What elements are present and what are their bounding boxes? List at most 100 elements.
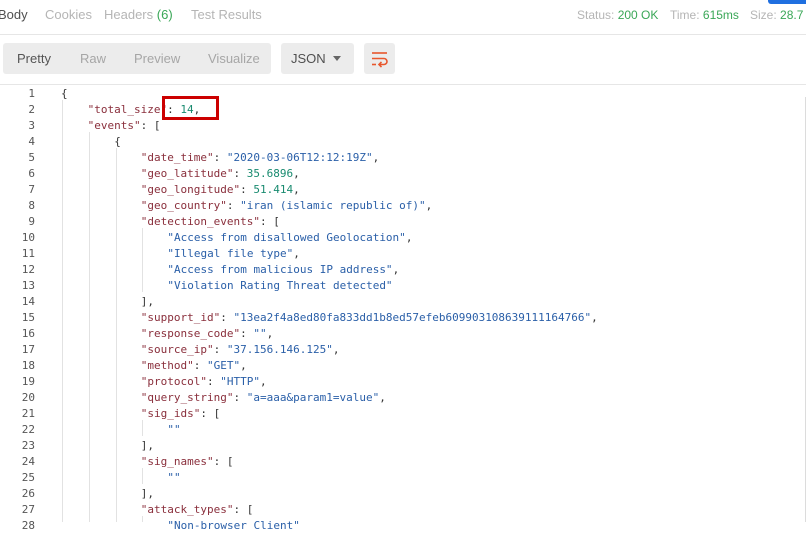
code-line: 28 "Non-browser Client" bbox=[0, 518, 806, 534]
code-text: "Access from disallowed Geolocation", bbox=[167, 230, 412, 246]
code-line: 8 "geo_country": "iran (islamic republic … bbox=[0, 198, 806, 214]
code-line: 13 "Violation Rating Threat detected" bbox=[0, 278, 806, 294]
wrap-lines-button[interactable] bbox=[364, 43, 395, 74]
code-line: 4{ bbox=[0, 134, 806, 150]
json-punctuation: : bbox=[233, 391, 247, 404]
code-text: "geo_latitude": 35.6896, bbox=[141, 166, 300, 182]
json-punctuation: ], bbox=[140, 487, 155, 500]
json-punctuation: : [ bbox=[233, 503, 254, 516]
response-body-viewer[interactable]: 1{2 "total_size": 14, 3 "events": [4{5 "date… bbox=[0, 84, 806, 532]
json-string: "Access from malicious IP address" bbox=[167, 263, 393, 276]
code-text: "Illegal file type", bbox=[167, 246, 299, 262]
json-punctuation: : bbox=[226, 199, 241, 212]
json-key: "response_code" bbox=[140, 327, 241, 340]
json-punctuation: , bbox=[293, 183, 300, 196]
code-text: "response_code": "", bbox=[141, 326, 273, 342]
code-text: "query_string": "a=aaa&param1=value", bbox=[141, 390, 386, 406]
view-raw-button[interactable]: Raw bbox=[80, 43, 106, 74]
save-response-button[interactable] bbox=[768, 0, 806, 4]
json-punctuation: : bbox=[207, 375, 221, 388]
response-tabs: Body Cookies Headers (6) Test Results St… bbox=[0, 0, 806, 35]
tab-headers-label: Headers bbox=[104, 7, 154, 22]
code-line: 24 "sig_names": [ bbox=[0, 454, 806, 470]
json-punctuation: { bbox=[114, 135, 121, 148]
tab-headers[interactable]: Headers (6) bbox=[104, 0, 173, 32]
code-line: 10 "Access from disallowed Geolocation", bbox=[0, 230, 806, 246]
code-line: 1{ bbox=[0, 86, 806, 102]
code-text: "protocol": "HTTP", bbox=[141, 374, 267, 390]
code-text: "Access from malicious IP address", bbox=[167, 262, 399, 278]
json-punctuation: : bbox=[220, 311, 234, 324]
format-select-value: JSON bbox=[291, 51, 326, 66]
json-punctuation: : bbox=[193, 359, 208, 372]
json-string: "Illegal file type" bbox=[167, 247, 294, 260]
json-key: "attack_types" bbox=[140, 503, 234, 516]
json-punctuation: , bbox=[591, 311, 598, 324]
code-text: "events": [ bbox=[88, 118, 161, 134]
code-text: "date_time": "2020-03-06T12:12:19Z", bbox=[141, 150, 379, 166]
code-line: 21 "sig_ids": [ bbox=[0, 406, 806, 422]
json-punctuation: : [ bbox=[200, 407, 221, 420]
json-punctuation: , bbox=[240, 359, 247, 372]
size-label: Size: bbox=[750, 8, 777, 22]
json-string: "37.156.146.125" bbox=[226, 343, 333, 356]
view-pretty-button[interactable]: Pretty bbox=[17, 43, 51, 74]
json-string: "" bbox=[167, 423, 181, 436]
view-preview-button[interactable]: Preview bbox=[134, 43, 180, 74]
line-number: 27 bbox=[21, 503, 35, 516]
size-indicator: Size: 28.7 bbox=[750, 0, 803, 32]
json-key: "date_time" bbox=[140, 151, 214, 164]
json-punctuation: ], bbox=[140, 439, 155, 452]
tab-body[interactable]: Body bbox=[0, 0, 28, 32]
line-number: 4 bbox=[28, 135, 35, 148]
code-text: "Violation Rating Threat detected" bbox=[167, 278, 392, 294]
line-number: 16 bbox=[21, 327, 35, 340]
code-line: 16 "response_code": "", bbox=[0, 326, 806, 342]
line-number: 17 bbox=[21, 343, 35, 356]
code-text: "support_id": "13ea2f4a8ed80fa833dd1b8ed… bbox=[141, 310, 598, 326]
code-text: ], bbox=[141, 438, 154, 454]
tab-cookies[interactable]: Cookies bbox=[45, 0, 92, 32]
line-number: 11 bbox=[21, 247, 35, 260]
line-number: 12 bbox=[21, 263, 35, 276]
size-value: 28.7 bbox=[780, 8, 804, 22]
line-number: 21 bbox=[21, 407, 35, 420]
code-text: "sig_names": [ bbox=[141, 454, 234, 470]
status-label: Status: bbox=[577, 8, 615, 22]
code-text: "method": "GET", bbox=[141, 358, 247, 374]
code-line: 7 "geo_longitude": 51.414, bbox=[0, 182, 806, 198]
format-select[interactable]: JSON bbox=[281, 43, 354, 74]
json-key: "method" bbox=[140, 359, 194, 372]
line-number: 22 bbox=[21, 423, 35, 436]
json-punctuation: : bbox=[240, 183, 254, 196]
json-key: "protocol" bbox=[140, 375, 208, 388]
code-line: 25 "" bbox=[0, 470, 806, 486]
json-punctuation: , bbox=[425, 199, 433, 212]
json-key: "total_size" bbox=[87, 103, 168, 116]
code-line: 26], bbox=[0, 486, 806, 502]
json-key: "sig_ids" bbox=[140, 407, 201, 420]
tab-test-results[interactable]: Test Results bbox=[191, 0, 262, 32]
json-string: "13ea2f4a8ed80fa833dd1b8ed57efeb60990310… bbox=[233, 311, 592, 324]
indent-guide bbox=[142, 516, 143, 522]
code-text: "" bbox=[167, 422, 180, 438]
json-number: 51.414 bbox=[253, 183, 294, 196]
line-number: 13 bbox=[21, 279, 35, 292]
json-string: "Access from disallowed Geolocation" bbox=[167, 231, 406, 244]
code-line: 17 "source_ip": "37.156.146.125", bbox=[0, 342, 806, 358]
json-punctuation: , bbox=[379, 391, 386, 404]
json-punctuation: ], bbox=[140, 295, 155, 308]
json-punctuation: { bbox=[61, 87, 68, 100]
line-number: 19 bbox=[21, 375, 35, 388]
code-line: 3 "events": [ bbox=[0, 118, 806, 134]
code-line: 15 "support_id": "13ea2f4a8ed80fa833dd1b8… bbox=[0, 310, 806, 326]
indent-guide bbox=[89, 132, 90, 522]
wrap-lines-icon bbox=[372, 52, 388, 68]
code-text: ], bbox=[141, 294, 154, 310]
view-visualize-button[interactable]: Visualize bbox=[208, 43, 260, 74]
code-text: "detection_events": [ bbox=[141, 214, 280, 230]
json-string: "iran (islamic republic of)" bbox=[240, 199, 426, 212]
json-string: "GET" bbox=[207, 359, 241, 372]
line-number: 6 bbox=[28, 167, 35, 180]
json-key: "support_id" bbox=[140, 311, 221, 324]
